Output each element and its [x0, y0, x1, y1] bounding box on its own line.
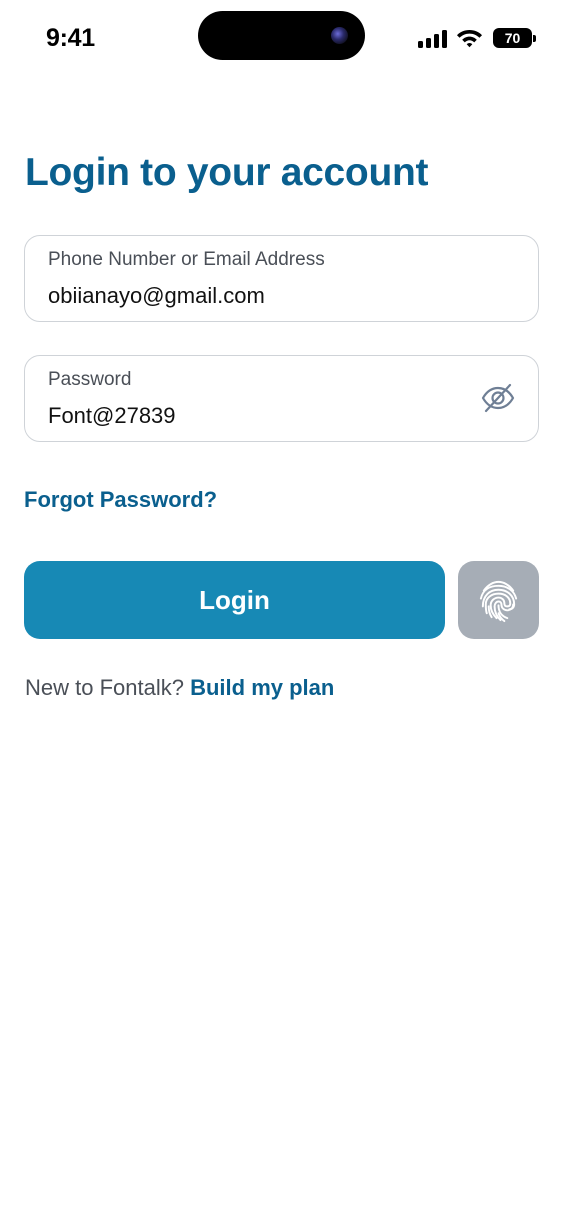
signup-prompt-text: New to Fontalk? [25, 675, 184, 700]
battery-icon: 70 [493, 28, 537, 48]
password-field[interactable]: Password Font@27839 [24, 355, 539, 442]
login-button[interactable]: Login [24, 561, 445, 639]
email-field-label: Phone Number or Email Address [48, 249, 325, 270]
dynamic-island [198, 11, 365, 60]
eye-off-icon[interactable] [480, 380, 516, 416]
email-field-value[interactable]: obiianayo@gmail.com [48, 283, 265, 309]
battery-level: 70 [493, 28, 532, 48]
status-time: 9:41 [46, 24, 95, 52]
build-my-plan-link[interactable]: Build my plan [190, 675, 334, 700]
signup-prompt-row: New to Fontalk? Build my plan [25, 675, 334, 701]
email-field[interactable]: Phone Number or Email Address obiianayo@… [24, 235, 539, 322]
password-field-label: Password [48, 369, 132, 390]
forgot-password-link[interactable]: Forgot Password? [24, 487, 217, 513]
password-field-value[interactable]: Font@27839 [48, 403, 176, 429]
signal-bars-icon [418, 30, 447, 48]
biometric-login-button[interactable] [458, 561, 539, 639]
page-title: Login to your account [25, 151, 429, 194]
wifi-icon [457, 30, 482, 48]
camera-icon [331, 27, 348, 44]
status-bar: 9:41 70 [0, 0, 563, 78]
fingerprint-icon [479, 580, 518, 623]
